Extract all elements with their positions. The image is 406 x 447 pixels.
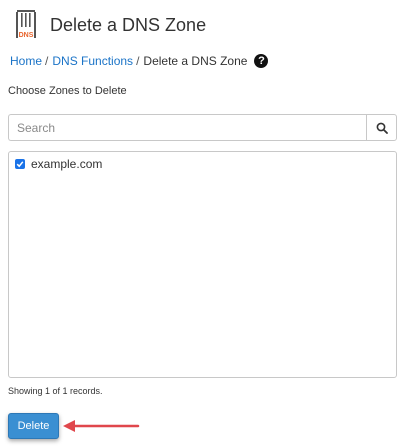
zone-checkbox[interactable] [15,159,25,169]
search-bar [8,114,397,141]
search-button[interactable] [366,114,397,141]
records-info: Showing 1 of 1 records. [8,386,103,396]
checkmark-icon [16,161,24,168]
question-circle-icon[interactable]: ? [254,54,269,68]
breadcrumb-home-link[interactable]: Home [10,54,42,68]
delete-button[interactable]: Delete [8,413,59,439]
breadcrumb-separator: / [45,54,49,68]
zone-list: example.com [8,151,397,378]
dns-zone-icon: DNS [14,9,40,41]
section-label: Choose Zones to Delete [8,85,127,97]
search-input[interactable] [8,114,366,141]
breadcrumb-separator: / [136,54,140,68]
breadcrumb: Home / DNS Functions / Delete a DNS Zone… [10,54,269,68]
search-icon [376,122,388,134]
annotation-arrow-icon [63,420,140,432]
zone-name: example.com [31,157,103,171]
list-item[interactable]: example.com [9,152,396,171]
breadcrumb-current: Delete a DNS Zone [143,54,248,68]
page-header: DNS Delete a DNS Zone [14,8,206,42]
page-title: Delete a DNS Zone [50,14,207,35]
breadcrumb-dns-functions-link[interactable]: DNS Functions [52,54,133,68]
dns-icon-text: DNS [19,32,34,39]
